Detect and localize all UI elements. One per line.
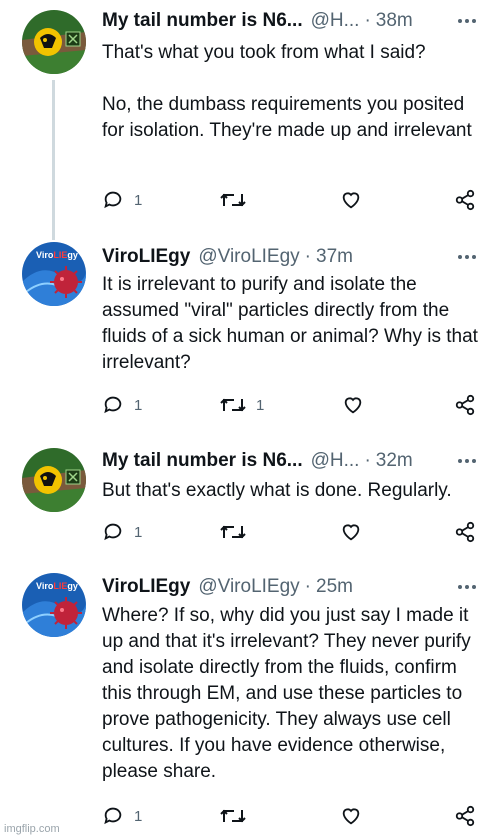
like-button[interactable] (340, 187, 362, 213)
display-name[interactable]: My tail number is N6... (102, 450, 303, 472)
watermark: imgflip.com (4, 823, 60, 835)
heart-icon (342, 192, 360, 209)
reply-icon (104, 191, 122, 209)
share-icon (455, 805, 475, 827)
timestamp[interactable]: 38m (376, 10, 413, 32)
reply-count: 1 (134, 396, 143, 414)
user-handle[interactable]: @ViroLIEgy (198, 576, 299, 598)
action-bar: 1 (102, 519, 482, 545)
thread-line (52, 80, 55, 240)
tweet-header: My tail number is N6... @H... · 32m (102, 448, 482, 474)
reply-button[interactable]: 1 (102, 519, 142, 545)
avatar-label: ViroLIEgy (36, 581, 78, 591)
reply-button[interactable]: 1 (102, 803, 142, 829)
retweet-icon (220, 193, 246, 207)
retweet-button[interactable] (220, 519, 256, 545)
separator: · (364, 450, 371, 471)
action-bar: 1 1 (102, 392, 482, 418)
tweet-text: That's what you took from what I said? N… (102, 42, 472, 141)
like-button[interactable] (342, 392, 364, 418)
retweet-icon (220, 809, 246, 823)
retweet-button[interactable] (220, 187, 256, 213)
heart-icon (342, 808, 360, 825)
reply-icon (104, 523, 122, 541)
retweet-icon (220, 525, 246, 539)
timestamp[interactable]: 32m (376, 450, 413, 472)
more-icon[interactable] (452, 574, 482, 600)
reply-count: 1 (134, 807, 143, 825)
retweet-button[interactable]: 1 (220, 392, 264, 418)
avatar[interactable] (22, 10, 86, 74)
separator: · (304, 246, 311, 267)
action-bar: 1 (102, 803, 482, 829)
avatar-label: ViroLIEgy (36, 250, 78, 260)
retweet-count: 1 (256, 396, 265, 414)
timestamp[interactable]: 37m (316, 246, 353, 268)
timestamp[interactable]: 25m (316, 576, 353, 598)
reply-icon (104, 807, 122, 825)
reply-count: 1 (134, 523, 143, 541)
more-icon[interactable] (452, 244, 482, 270)
user-handle[interactable]: @H... (311, 450, 360, 472)
tweet[interactable]: ViroLIEgy ViroLIEgy @ViroLIEgy · 37m It … (0, 230, 500, 440)
separator: · (304, 576, 311, 597)
reply-button[interactable]: 1 (102, 392, 142, 418)
share-icon (455, 521, 475, 543)
retweet-button[interactable] (220, 803, 256, 829)
retweet-icon (220, 398, 246, 412)
display-name[interactable]: ViroLIEgy (102, 576, 190, 598)
heart-icon (342, 524, 360, 541)
share-button[interactable] (454, 392, 476, 418)
display-name[interactable]: My tail number is N6... (102, 10, 303, 32)
like-button[interactable] (340, 519, 362, 545)
tweet-text: Where? If so, why did you just say I mad… (102, 605, 471, 782)
share-button[interactable] (454, 803, 476, 829)
tweet-header: My tail number is N6... @H... · 38m (102, 8, 482, 34)
hawkeye-avatar-icon (22, 10, 86, 74)
share-icon (455, 394, 475, 416)
tweet-text: But that's exactly what is done. Regular… (102, 480, 452, 501)
action-bar: 1 (102, 187, 482, 213)
separator: · (364, 10, 371, 31)
like-button[interactable] (340, 803, 362, 829)
share-button[interactable] (454, 519, 476, 545)
heart-icon (344, 397, 362, 414)
tweet[interactable]: My tail number is N6... @H... · 38m That… (0, 0, 500, 240)
display-name[interactable]: ViroLIEgy (102, 246, 190, 268)
reply-button[interactable]: 1 (102, 187, 142, 213)
avatar[interactable]: ViroLIEgy (22, 573, 86, 637)
user-handle[interactable]: @ViroLIEgy (198, 246, 299, 268)
reply-count: 1 (134, 191, 143, 209)
avatar[interactable] (22, 448, 86, 512)
share-icon (455, 189, 475, 211)
reply-icon (104, 396, 122, 414)
tweet-text: It is irrelevant to purify and isolate t… (102, 274, 478, 373)
tweet[interactable]: My tail number is N6... @H... · 32m But … (0, 440, 500, 565)
more-icon[interactable] (452, 8, 482, 34)
tweet[interactable]: ViroLIEgy ViroLIEgy @ViroLIEgy · 25m Whe… (0, 565, 500, 837)
hawkeye-avatar-icon (22, 448, 86, 512)
user-handle[interactable]: @H... (311, 10, 360, 32)
tweet-header: ViroLIEgy @ViroLIEgy · 37m (102, 244, 482, 270)
more-icon[interactable] (452, 448, 482, 474)
tweet-header: ViroLIEgy @ViroLIEgy · 25m (102, 574, 482, 600)
share-button[interactable] (454, 187, 476, 213)
avatar[interactable]: ViroLIEgy (22, 242, 86, 306)
